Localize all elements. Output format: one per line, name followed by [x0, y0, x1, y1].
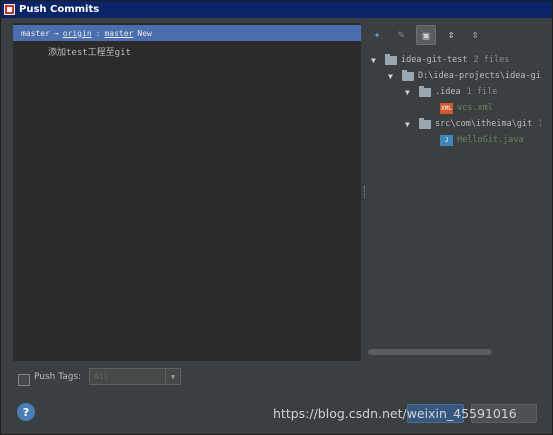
- collapse-icon[interactable]: ⇳: [466, 25, 484, 43]
- app-icon: [4, 4, 15, 15]
- folder-icon: [419, 85, 431, 97]
- title-bar: Push Commits: [1, 1, 552, 18]
- xml-file-icon: XML: [440, 102, 453, 114]
- push-tags-checkbox[interactable]: [18, 374, 30, 386]
- src-count: 1: [538, 119, 541, 129]
- expand-icon[interactable]: ⇕: [442, 25, 460, 43]
- chevron-down-icon: ▼: [165, 369, 180, 384]
- remote-link[interactable]: origin: [63, 29, 92, 38]
- folder-icon: [419, 117, 431, 129]
- edit-icon[interactable]: ✎: [392, 25, 410, 43]
- tags-dropdown[interactable]: All ▼: [89, 368, 181, 385]
- new-badge: New: [137, 28, 152, 38]
- horizontal-scrollbar[interactable]: [368, 349, 492, 355]
- commit-message[interactable]: 添加test工程至git: [48, 45, 131, 58]
- commits-pane: master → origin : master New 添加test工程至gi…: [13, 23, 361, 361]
- tags-selected-value: All: [94, 372, 109, 381]
- chevron-down-icon[interactable]: ▼: [405, 120, 413, 129]
- arrow-glyph: →: [53, 28, 59, 38]
- chevron-down-icon[interactable]: ▼: [405, 88, 413, 97]
- module-icon: [385, 53, 397, 65]
- tree-node-idea[interactable]: ▼ .idea 1 file: [405, 85, 497, 99]
- tree-file-vcs[interactable]: XML vcs.xml: [440, 101, 493, 115]
- java-file-icon: J: [440, 134, 453, 146]
- target-branch-link[interactable]: master: [104, 29, 133, 38]
- path-name: D:\idea-projects\idea-gi: [418, 71, 541, 81]
- push-commits-dialog: Push Commits master → origin : master Ne…: [0, 0, 553, 435]
- chevron-down-icon[interactable]: ▼: [371, 56, 379, 65]
- local-branch: master: [21, 28, 50, 38]
- idea-folder-name: .idea: [435, 87, 461, 97]
- window-title: Push Commits: [19, 4, 100, 15]
- idea-count: 1 file: [466, 87, 498, 97]
- expand-all-icon[interactable]: ✦: [368, 25, 386, 43]
- hellogit-file-name: HelloGit.java: [457, 135, 524, 145]
- src-folder-name: src\com\itheima\git: [435, 119, 533, 129]
- help-icon[interactable]: ?: [17, 403, 35, 421]
- commit-branch-row[interactable]: master → origin : master New: [13, 25, 361, 41]
- vcs-file-name: vcs.xml: [457, 103, 493, 113]
- push-tags-label: Push Tags:: [34, 372, 82, 382]
- chevron-down-icon[interactable]: ▼: [388, 72, 396, 81]
- folder-icon: [402, 69, 414, 81]
- watermark: https://blog.csdn.net/weixin_45591016: [273, 406, 517, 421]
- colon: :: [95, 28, 101, 38]
- dialog-footer: Push Tags: All ▼ ?: [1, 364, 552, 434]
- changes-toolbar: ✦ ✎ ▣ ⇕ ⇳: [368, 25, 490, 45]
- tree-node-src[interactable]: ▼ src\com\itheima\git 1: [405, 117, 541, 131]
- tree-node-path[interactable]: ▼ D:\idea-projects\idea-gi: [388, 69, 541, 83]
- changes-pane: ✦ ✎ ▣ ⇕ ⇳ ▼ idea-git-test 2 files ▼ D:\i…: [368, 23, 541, 361]
- project-name: idea-git-test: [401, 55, 468, 65]
- project-count: 2 files: [473, 55, 510, 65]
- group-by-icon[interactable]: ▣: [416, 25, 436, 45]
- tree-node-project[interactable]: ▼ idea-git-test 2 files: [371, 53, 509, 67]
- tree-file-hellogit[interactable]: J HelloGit.java: [440, 133, 524, 147]
